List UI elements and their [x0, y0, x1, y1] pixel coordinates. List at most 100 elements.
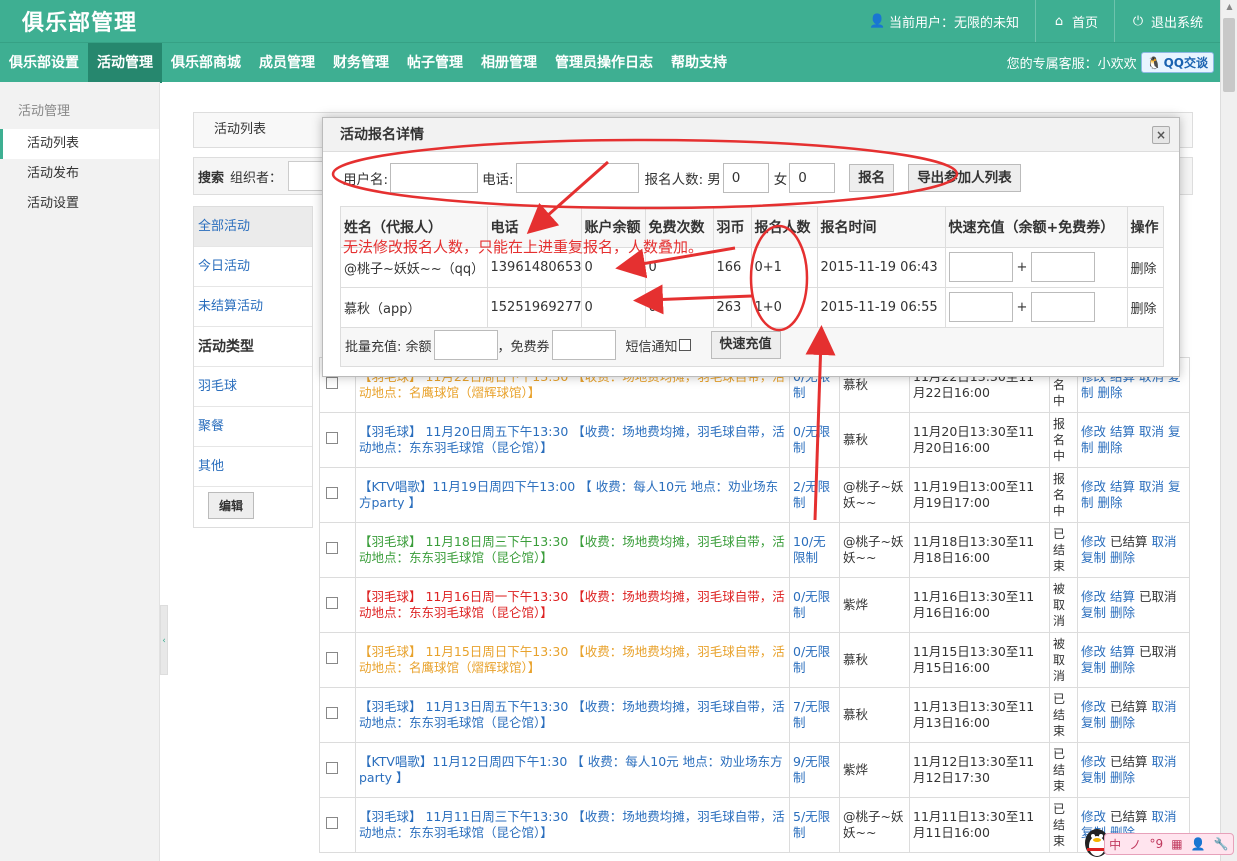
ime-button-0[interactable]: 中 [1109, 836, 1121, 853]
action-修改[interactable]: 修改 [1081, 534, 1106, 549]
activity-type-1[interactable]: 聚餐 [194, 407, 312, 447]
row-checkbox[interactable] [326, 817, 338, 829]
sidebar-item-1[interactable]: 活动发布 [0, 159, 159, 189]
activity-type-0[interactable]: 羽毛球 [194, 367, 312, 407]
action-取消[interactable]: 取消 [1152, 809, 1177, 824]
action-结算[interactable]: 结算 [1110, 424, 1135, 439]
row-checkbox[interactable] [326, 487, 338, 499]
batch-coupon-input[interactable] [551, 330, 616, 360]
ime-button-5[interactable]: 🔧 [1214, 837, 1229, 851]
page-scrollbar[interactable]: ▲ ▼ [1220, 0, 1237, 861]
activity-title-link[interactable]: 【KTV唱歌】11月19日周四下午13:00 【 收费：每人10元 地点：劝业场… [355, 467, 790, 523]
row-checkbox[interactable] [326, 597, 338, 609]
row-checkbox[interactable] [326, 377, 338, 389]
ime-toolbar[interactable]: 中ノ °9 ▦ 👤 🔧 [1080, 823, 1235, 859]
sms-notify-checkbox[interactable] [678, 339, 691, 351]
row-checkbox[interactable] [326, 542, 338, 554]
action-取消[interactable]: 取消 [1139, 424, 1164, 439]
activity-type-2[interactable]: 其他 [194, 447, 312, 487]
recharge-coupon-input[interactable] [1031, 252, 1096, 282]
action-取消[interactable]: 取消 [1152, 754, 1177, 769]
sidebar-collapse-toggle[interactable]: ‹ [160, 605, 168, 675]
action-修改[interactable]: 修改 [1081, 424, 1106, 439]
male-count-input[interactable]: 0 [722, 163, 769, 193]
action-删除[interactable]: 删除 [1098, 440, 1123, 455]
action-修改[interactable]: 修改 [1081, 589, 1106, 604]
export-participants-button[interactable]: 导出参加人列表 [908, 164, 1021, 192]
ime-button-1[interactable]: ノ [1129, 836, 1141, 853]
nav-item-8[interactable]: 帮助支持 [662, 43, 736, 83]
phone-input[interactable] [515, 163, 639, 193]
action-复制[interactable]: 复制 [1081, 550, 1106, 565]
activity-title-link[interactable]: 【羽毛球】 11月15日周日下午13:30 【收费：场地费均摊，羽毛球自带，活动… [355, 632, 790, 688]
recharge-balance-input[interactable] [948, 292, 1013, 322]
activity-title-link[interactable]: 【羽毛球】 11月16日周一下午13:30 【收费：场地费均摊，羽毛球自带，活动… [355, 577, 790, 633]
action-结算[interactable]: 结算 [1110, 479, 1135, 494]
edit-types-button[interactable]: 编辑 [208, 492, 255, 519]
activity-title-link[interactable]: 【羽毛球】 11月11日周三下午13:30 【收费：场地费均摊，羽毛球自带，活动… [355, 797, 790, 853]
activity-title-link[interactable]: 【羽毛球】 11月13日周五下午13:30 【收费：场地费均摊，羽毛球自带，活动… [355, 687, 790, 743]
home-link[interactable]: ⌂ 首页 [1034, 0, 1114, 42]
action-结算[interactable]: 结算 [1110, 644, 1135, 659]
action-修改[interactable]: 修改 [1081, 754, 1106, 769]
username-input[interactable] [390, 163, 479, 193]
action-删除[interactable]: 删除 [1110, 770, 1135, 785]
activity-count-link[interactable]: 0/无限制 [789, 412, 840, 468]
action-取消[interactable]: 取消 [1152, 534, 1177, 549]
sidebar-item-0[interactable]: 活动列表 [0, 129, 159, 159]
scroll-up-icon[interactable]: ▲ [1224, 2, 1235, 14]
nav-item-1[interactable]: 活动管理 [88, 43, 162, 83]
nav-item-0[interactable]: 俱乐部设置 [0, 43, 88, 83]
activity-count-link[interactable]: 5/无限制 [789, 797, 840, 853]
nav-item-5[interactable]: 帖子管理 [398, 43, 472, 83]
logout-link[interactable]: ⏻ 退出系统 [1113, 0, 1219, 42]
activity-count-link[interactable]: 0/无限制 [789, 577, 840, 633]
action-复制[interactable]: 复制 [1081, 660, 1106, 675]
activity-count-link[interactable]: 10/无限制 [789, 522, 840, 578]
recharge-balance-input[interactable] [948, 252, 1013, 282]
action-删除[interactable]: 删除 [1110, 715, 1135, 730]
activity-count-link[interactable]: 2/无限制 [789, 467, 840, 523]
signup-button[interactable]: 报名 [849, 164, 895, 192]
ime-button-2[interactable]: °9 [1149, 837, 1163, 851]
row-checkbox[interactable] [326, 707, 338, 719]
activity-title-link[interactable]: 【羽毛球】 11月20日周五下午13:30 【收费：场地费均摊，羽毛球自带，活动… [355, 412, 790, 468]
batch-balance-input[interactable] [433, 330, 498, 360]
category-filter-1[interactable]: 今日活动 [194, 247, 312, 287]
action-修改[interactable]: 修改 [1081, 809, 1106, 824]
row-checkbox[interactable] [326, 762, 338, 774]
row-checkbox[interactable] [326, 432, 338, 444]
activity-title-link[interactable]: 【KTV唱歌】11月12日周四下午1:30 【 收费：每人10元 地点：劝业场东… [355, 742, 790, 798]
action-删除[interactable]: 删除 [1110, 605, 1135, 620]
action-取消[interactable]: 取消 [1152, 699, 1177, 714]
action-删除[interactable]: 删除 [1110, 550, 1135, 565]
female-count-input[interactable]: 0 [789, 163, 836, 193]
action-复制[interactable]: 复制 [1081, 770, 1106, 785]
action-修改[interactable]: 修改 [1081, 699, 1106, 714]
nav-item-4[interactable]: 财务管理 [324, 43, 398, 83]
delete-participant-button[interactable]: 删除 [1127, 287, 1163, 328]
qq-chat-button[interactable]: 🐧 QQ交谈 [1140, 52, 1214, 73]
action-删除[interactable]: 删除 [1110, 660, 1135, 675]
ime-button-4[interactable]: 👤 [1191, 837, 1206, 851]
action-删除[interactable]: 删除 [1098, 385, 1123, 400]
activity-count-link[interactable]: 9/无限制 [789, 742, 840, 798]
sidebar-item-2[interactable]: 活动设置 [0, 189, 159, 219]
delete-participant-button[interactable]: 删除 [1127, 247, 1163, 288]
nav-item-6[interactable]: 相册管理 [472, 43, 546, 83]
action-取消[interactable]: 取消 [1139, 479, 1164, 494]
activity-title-link[interactable]: 【羽毛球】 11月18日周三下午13:30 【收费：场地费均摊，羽毛球自带，活动… [355, 522, 790, 578]
action-复制[interactable]: 复制 [1081, 605, 1106, 620]
recharge-coupon-input[interactable] [1031, 292, 1096, 322]
action-复制[interactable]: 复制 [1081, 715, 1106, 730]
scroll-thumb[interactable] [1223, 18, 1235, 92]
nav-item-2[interactable]: 俱乐部商城 [162, 43, 250, 83]
activity-count-link[interactable]: 0/无限制 [789, 632, 840, 688]
action-修改[interactable]: 修改 [1081, 479, 1106, 494]
ime-button-3[interactable]: ▦ [1171, 837, 1182, 851]
action-修改[interactable]: 修改 [1081, 644, 1106, 659]
category-filter-2[interactable]: 未结算活动 [194, 287, 312, 327]
quick-recharge-button[interactable]: 快速充值 [710, 331, 781, 359]
nav-item-7[interactable]: 管理员操作日志 [546, 43, 662, 83]
close-icon[interactable]: × [1152, 126, 1170, 144]
